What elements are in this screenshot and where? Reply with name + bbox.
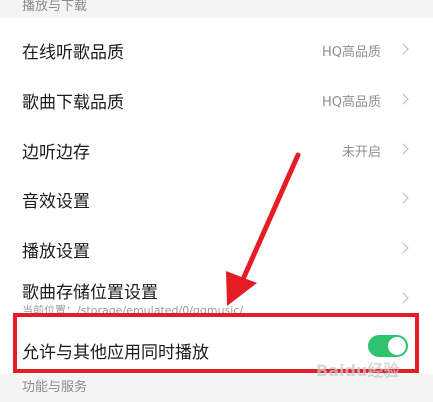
settings-screen: 播放与下载 在线听歌品质 HQ高品质 歌曲下载品质 HQ高品质 边听边存 未开启… xyxy=(0,0,433,402)
chevron-right-icon xyxy=(397,242,409,254)
setting-value: HQ高品质 xyxy=(321,95,381,110)
section-header-playback-download: 播放与下载 xyxy=(0,0,433,18)
setting-label: 播放设置 xyxy=(22,242,90,262)
setting-label: 歌曲下载品质 xyxy=(22,93,124,113)
chevron-right-icon xyxy=(397,192,409,204)
chevron-right-icon xyxy=(397,143,409,155)
setting-label: 边听边存 xyxy=(22,143,90,163)
chevron-right-icon xyxy=(397,292,409,304)
setting-label: 歌曲存储位置设置 xyxy=(22,283,158,303)
watermark: Baidu经验 xyxy=(316,361,400,380)
setting-row-playback-settings[interactable]: 播放设置 xyxy=(0,223,433,273)
chevron-right-icon xyxy=(397,43,409,55)
setting-row-download-quality[interactable]: 歌曲下载品质 HQ高品质 xyxy=(0,74,433,124)
setting-value: 未开启 xyxy=(341,145,381,160)
chevron-right-icon xyxy=(397,93,409,105)
setting-label: 在线听歌品质 xyxy=(22,43,124,63)
setting-value: HQ高品质 xyxy=(321,45,381,60)
setting-label: 音效设置 xyxy=(22,192,90,212)
setting-row-cache-while-play[interactable]: 边听边存 未开启 xyxy=(0,124,433,174)
setting-row-sound-effects[interactable]: 音效设置 xyxy=(0,173,433,223)
setting-row-online-quality[interactable]: 在线听歌品质 HQ高品质 xyxy=(0,24,433,74)
